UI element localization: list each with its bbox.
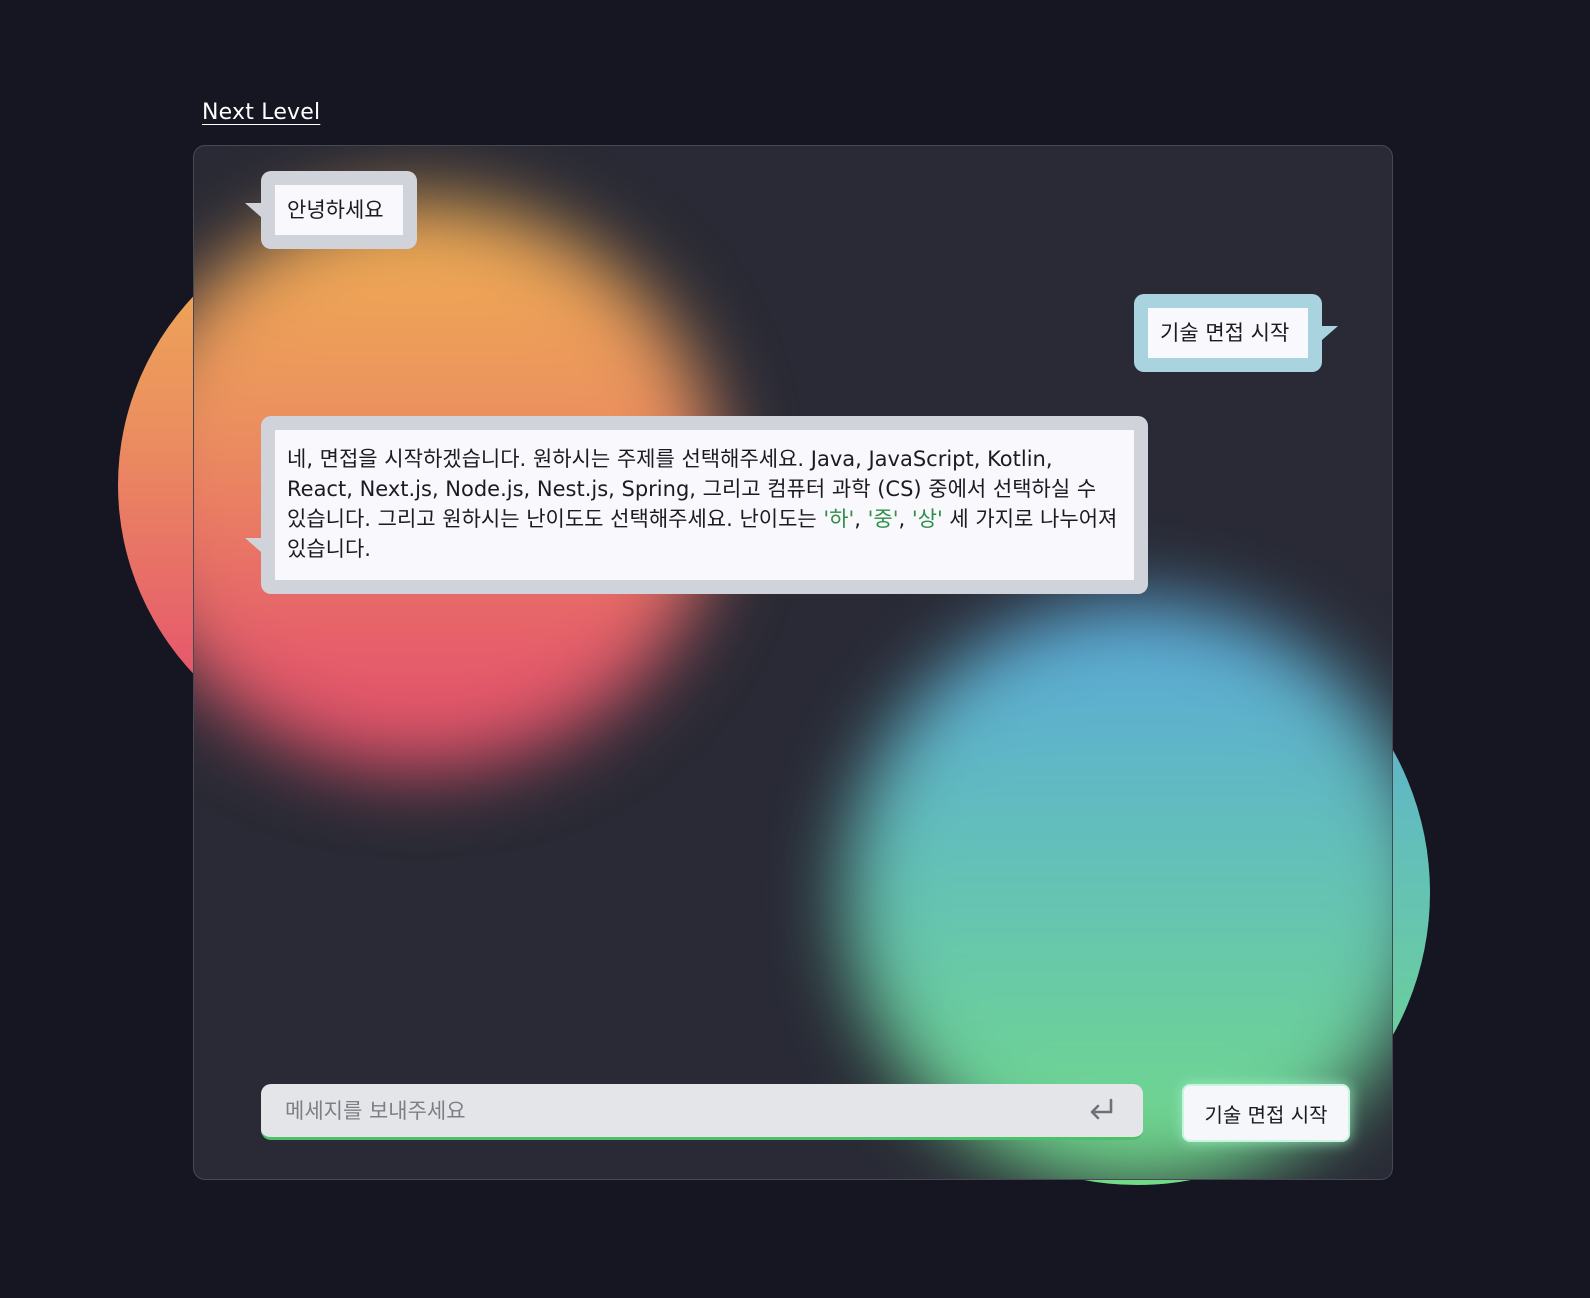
level-separator: , [898, 507, 912, 531]
bot-message-text: 안녕하세요 [275, 185, 403, 235]
message-composer [261, 1084, 1143, 1140]
bot-message-text: 네, 면접을 시작하겠습니다. 원하시는 주제를 선택해주세요. Java, J… [275, 430, 1134, 580]
level-medium: '중' [867, 507, 899, 531]
enter-return-icon[interactable] [1081, 1091, 1121, 1131]
page: Next Level 안녕하세요 기술 면접 시작 네, 면접을 시작하겠습니다… [0, 0, 1590, 1298]
user-message-text: 기술 면접 시작 [1148, 308, 1308, 358]
chat-panel: 안녕하세요 기술 면접 시작 네, 면접을 시작하겠습니다. 원하시는 주제를 … [193, 145, 1393, 1180]
bot-message: 안녕하세요 [245, 171, 417, 249]
level-low: '하' [823, 507, 855, 531]
start-interview-button[interactable]: 기술 면접 시작 [1182, 1084, 1350, 1142]
brand-link[interactable]: Next Level [202, 100, 320, 125]
message-input[interactable] [261, 1098, 1081, 1123]
level-high: '상' [911, 507, 943, 531]
user-message: 기술 면접 시작 [1134, 294, 1338, 372]
bot-message: 네, 면접을 시작하겠습니다. 원하시는 주제를 선택해주세요. Java, J… [245, 416, 1148, 594]
level-separator: , [854, 507, 868, 531]
